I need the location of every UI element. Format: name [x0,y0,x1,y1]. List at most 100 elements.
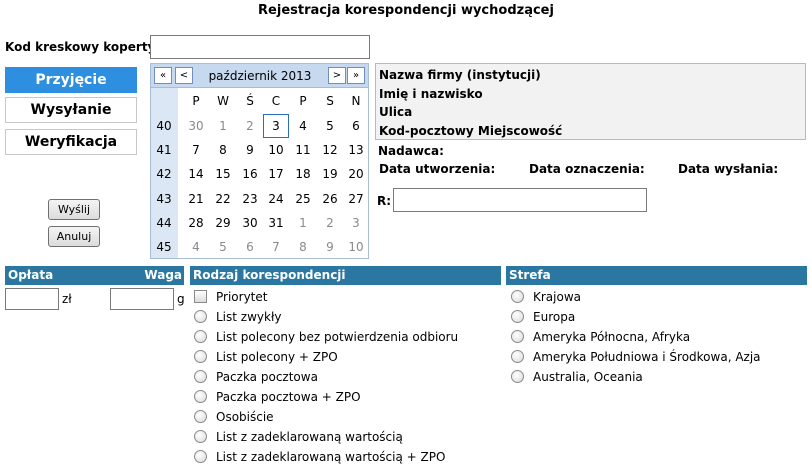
calendar-day[interactable]: 26 [317,187,343,211]
radio-icon[interactable] [194,430,207,443]
calendar-day[interactable]: 1 [210,114,236,138]
calendar-day[interactable]: 6 [237,235,263,259]
checkbox-icon[interactable] [194,290,207,303]
radio-icon[interactable] [511,350,524,363]
calendar-day[interactable]: 5 [317,114,343,138]
radio-icon[interactable] [194,330,207,343]
radio-icon[interactable] [194,310,207,323]
nav-wysylanie-button[interactable]: Wysyłanie [5,97,137,123]
calendar-day[interactable]: 9 [317,235,343,259]
calendar-day[interactable]: 18 [290,162,316,186]
radio-icon[interactable] [194,370,207,383]
calendar-month-title[interactable]: październik 2013 [195,69,325,83]
zone-option-label: Krajowa [533,290,581,304]
calendar-day[interactable]: 21 [183,187,209,211]
barcode-label: Kod kreskowy koperty [5,40,156,54]
recipient-company: Nazwa firmy (instytucji) [379,68,541,82]
zone-header: Strefa [506,266,807,285]
calendar-day[interactable]: 4 [290,114,316,138]
calendar-day[interactable]: 13 [343,138,369,162]
calendar-header: « < październik 2013 > » [151,64,368,88]
radio-icon[interactable] [511,310,524,323]
calendar-day[interactable]: 20 [343,162,369,186]
marked-date-label: Data oznaczenia: [529,162,645,176]
weight-input[interactable] [110,288,174,310]
zone-option-label: Australia, Oceania [533,370,643,384]
radio-icon[interactable] [194,450,207,463]
zone-option-label: Europa [533,310,576,324]
calendar-day[interactable]: 5 [210,235,236,259]
kind-option-label: List z zadeklarowaną wartością [216,430,403,444]
calendar-week-number: 43 [156,191,172,206]
recipient-postal-city: Kod-pocztowy Miejscowość [379,123,563,138]
calendar-day[interactable]: 3 [343,211,369,235]
r-number-input[interactable] [393,188,647,212]
calendar-day[interactable]: 30 [183,114,209,138]
calendar-day[interactable]: 11 [290,138,316,162]
nav-przyjecie-button[interactable]: Przyjęcie [5,67,137,93]
fee-input[interactable] [5,288,59,310]
cancel-button[interactable]: Anuluj [48,226,100,247]
kind-option-label: Paczka pocztowa [216,370,318,384]
calendar-day[interactable]: 24 [263,187,289,211]
calendar-day[interactable]: 14 [183,162,209,186]
calendar-day[interactable]: 23 [237,187,263,211]
calendar-day[interactable]: 4 [183,235,209,259]
fee-unit: zł [62,292,72,306]
created-date-label: Data utworzenia: [379,162,496,176]
calendar-day[interactable]: 7 [263,235,289,259]
kind-option-label: Paczka pocztowa + ZPO [216,390,361,404]
calendar-day[interactable]: 16 [237,162,263,186]
weight-header-label: Waga [144,268,182,282]
calendar-day[interactable]: 9 [237,138,263,162]
calendar-dow-header: P [192,94,200,108]
calendar: « < październik 2013 > » P W Ś C P S N 40 30 1 2 3 4… [150,63,369,259]
kind-header: Rodzaj korespondencji [190,266,501,285]
calendar-day[interactable]: 31 [263,211,289,235]
calendar-day[interactable]: 1 [290,211,316,235]
kind-option-label: List z zadeklarowaną wartością + ZPO [216,450,446,464]
calendar-dow-header: Ś [246,94,254,108]
calendar-day[interactable]: 12 [317,138,343,162]
kind-option-label: List zwykły [216,310,282,324]
radio-icon[interactable] [194,390,207,403]
calendar-day[interactable]: 3 [263,114,289,138]
calendar-day[interactable]: 7 [183,138,209,162]
calendar-day[interactable]: 8 [210,138,236,162]
radio-icon[interactable] [194,350,207,363]
calendar-day[interactable]: 10 [263,138,289,162]
barcode-input[interactable] [150,35,370,59]
radio-icon[interactable] [511,290,524,303]
calendar-day[interactable]: 29 [210,211,236,235]
page-title: Rejestracja korespondencji wychodzącej [258,3,554,18]
next-year-icon[interactable]: » [347,67,365,84]
calendar-day[interactable]: 19 [317,162,343,186]
zone-option-label: Ameryka Południowa i Środkowa, Azja [533,350,761,364]
fee-header-label: Opłata [8,268,54,282]
kind-option-label: Osobiście [216,410,274,424]
calendar-day[interactable]: 27 [343,187,369,211]
send-button[interactable]: Wyślij [48,199,100,220]
calendar-day[interactable]: 2 [237,114,263,138]
calendar-day[interactable]: 2 [317,211,343,235]
calendar-day[interactable]: 30 [237,211,263,235]
sent-date-label: Data wysłania: [678,162,779,176]
calendar-day[interactable]: 6 [343,114,369,138]
calendar-day[interactable]: 17 [263,162,289,186]
prev-month-icon[interactable]: < [175,67,193,84]
calendar-week-number: 41 [156,143,172,158]
next-month-icon[interactable]: > [328,67,346,84]
calendar-day[interactable]: 25 [290,187,316,211]
calendar-day[interactable]: 8 [290,235,316,259]
kind-option-label: List polecony + ZPO [216,350,338,364]
radio-icon[interactable] [511,370,524,383]
calendar-day[interactable]: 10 [343,235,369,259]
nav-weryfikacja-button[interactable]: Weryfikacja [5,129,137,155]
calendar-day[interactable]: 15 [210,162,236,186]
radio-icon[interactable] [511,330,524,343]
prev-year-icon[interactable]: « [154,67,172,84]
radio-icon[interactable] [194,410,207,423]
calendar-day[interactable]: 22 [210,187,236,211]
sender-label: Nadawca: [378,144,444,158]
calendar-day[interactable]: 28 [183,211,209,235]
